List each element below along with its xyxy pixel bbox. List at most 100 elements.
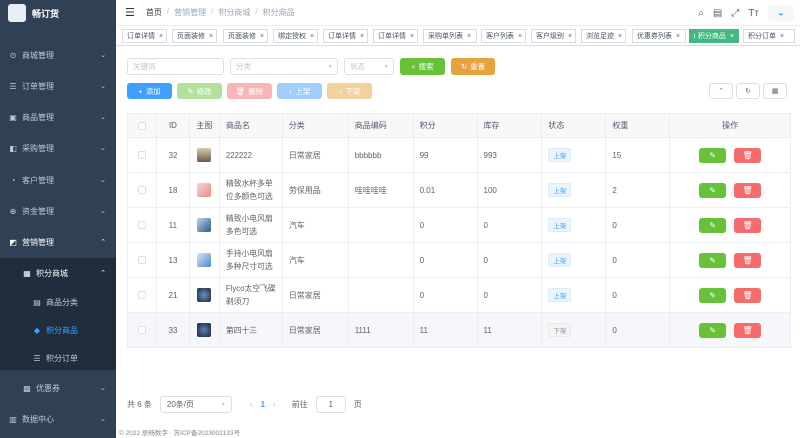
tag-item[interactable]: 采购单列表 × (423, 29, 477, 43)
row-edit-button[interactable]: ✎ (699, 252, 727, 268)
tag-item[interactable]: 积分订单 × (743, 29, 795, 43)
table-row[interactable]: 21 Flyco太空飞碟剃须刀 日常家居 0 0 上架 0 ✎ 🗑 (128, 278, 792, 313)
avatar[interactable]: ◒ (768, 5, 794, 21)
header-code: 商品编码 (349, 114, 414, 137)
select-all-checkbox[interactable] (137, 121, 146, 130)
sidebar-item-marketing[interactable]: ◩ 营销管理 ⌃ (0, 232, 116, 252)
sidebar-item-coupons[interactable]: ▩ 优惠券 ⌄ (0, 378, 116, 398)
current-page[interactable]: 1 (261, 400, 265, 409)
row-delete-button[interactable]: 🗑 (734, 147, 762, 163)
list-down-button[interactable]: ↓ 下架 (327, 83, 372, 99)
tag-item[interactable]: 客户列表 × (481, 29, 526, 43)
document-icon[interactable]: ▤ (713, 8, 722, 19)
sidebar-item-funds[interactable]: ⊕ 资金管理 ⌄ (0, 201, 116, 221)
product-thumbnail[interactable] (197, 253, 212, 267)
close-icon[interactable]: × (310, 33, 314, 40)
close-icon[interactable]: × (518, 33, 522, 40)
row-checkbox[interactable] (137, 186, 146, 194)
close-icon[interactable]: × (676, 33, 680, 40)
table-row[interactable]: 32 222222 日常家居 bbbbbb 99 993 上架 15 ✎ 🗑 (128, 138, 792, 173)
close-icon[interactable]: × (467, 33, 471, 40)
cell-id: 13 (157, 243, 190, 277)
close-icon[interactable]: × (780, 33, 784, 40)
close-icon[interactable]: × (209, 33, 213, 40)
edit-button[interactable]: ✎ 修改 (177, 83, 222, 99)
sidebar-item-points-goods[interactable]: ◆ 积分商品 (0, 320, 116, 340)
tag-item[interactable]: 浏览足迹 × (581, 29, 626, 43)
sidebar-item-points-mall[interactable]: ▦ 积分商城 ⌃ (0, 263, 116, 283)
product-thumbnail[interactable] (197, 183, 212, 197)
keyword-input[interactable]: 关键词 (127, 58, 224, 75)
row-delete-button[interactable]: 🗑 (734, 287, 762, 303)
close-icon[interactable]: × (260, 33, 264, 40)
row-edit-button[interactable]: ✎ (699, 287, 727, 303)
table-row[interactable]: 18 精致水杯多单位多颜色可选 劳保用品 哇哇哇哇 0.01 100 上架 2 … (128, 173, 792, 208)
cell-actions: ✎ 🗑 (670, 173, 792, 207)
goto-page-input[interactable]: 1 (315, 396, 346, 413)
tag-item[interactable]: 页面装修 × (223, 29, 268, 43)
list-up-button[interactable]: ↑ 上架 (277, 83, 322, 99)
table-row[interactable]: 13 手持小电风扇多种尺寸可选 汽车 0 0 上架 0 ✎ 🗑 (128, 243, 792, 278)
status-select[interactable]: 状态 ▾ (344, 58, 394, 75)
font-size-icon[interactable]: Tт (748, 8, 759, 19)
table-row[interactable]: 11 精致小电风扇多色可选 汽车 0 0 上架 0 ✎ 🗑 (128, 208, 792, 243)
refresh-button[interactable]: ↻ (736, 83, 760, 99)
next-page-icon[interactable]: › (273, 400, 276, 409)
logo[interactable]: 畅订货 (0, 0, 116, 26)
tag-item[interactable]: 订单详情 × (323, 29, 368, 43)
search-icon[interactable]: ⌕ (698, 8, 704, 19)
add-button[interactable]: + 添加 (127, 83, 172, 99)
tag-item[interactable]: 订单详情 × (122, 29, 167, 43)
row-edit-button[interactable]: ✎ (699, 322, 727, 338)
close-icon[interactable]: × (568, 33, 572, 40)
product-thumbnail[interactable] (197, 218, 212, 232)
sidebar-item-mall[interactable]: ⊙ 商城管理 ⌄ (0, 45, 116, 65)
row-checkbox[interactable] (137, 221, 146, 229)
row-checkbox[interactable] (137, 256, 146, 264)
close-icon[interactable]: × (159, 33, 163, 40)
fullscreen-icon[interactable]: ⤢ (731, 8, 739, 19)
tag-item[interactable]: 优惠券列表 × (632, 29, 686, 43)
close-icon[interactable]: × (618, 33, 622, 40)
row-delete-button[interactable]: 🗑 (734, 322, 762, 338)
product-thumbnail[interactable] (197, 323, 212, 337)
sidebar-item-customers[interactable]: ◔ 客户管理 ⌄ (0, 170, 116, 190)
product-thumbnail[interactable] (197, 288, 212, 302)
sidebar-item-data-center[interactable]: ▥ 数据中心 ⌄ (0, 409, 116, 429)
row-delete-button[interactable]: 🗑 (734, 252, 762, 268)
sidebar-item-orders[interactable]: ☰ 订单管理 ⌄ (0, 76, 116, 96)
row-delete-button[interactable]: 🗑 (734, 217, 762, 233)
reset-button[interactable]: ↻ 重置 (451, 58, 495, 75)
table-row[interactable]: 33 第四十三 日常家居 1111 11 11 下架 0 ✎ 🗑 (128, 313, 792, 348)
close-icon[interactable]: × (730, 33, 734, 40)
search-button[interactable]: ⌕ 搜索 (400, 58, 445, 75)
footer-copyright: © 2022 辰畅数字 · 苏ICP备2023002133号 (119, 430, 241, 437)
toggle-search-button[interactable]: ⌃ (709, 83, 733, 99)
row-checkbox[interactable] (137, 151, 146, 159)
close-icon[interactable]: × (360, 33, 364, 40)
prev-page-icon[interactable]: ‹ (250, 400, 253, 409)
sidebar-item-goods[interactable]: ▣ 商品管理 ⌄ (0, 107, 116, 127)
product-thumbnail[interactable] (197, 148, 212, 162)
columns-button[interactable]: ▦ (763, 83, 787, 99)
tag-item[interactable]: 订单详情 × (373, 29, 418, 43)
close-icon[interactable]: × (410, 33, 414, 40)
breadcrumb-home[interactable]: 首页 (146, 7, 162, 18)
tag-item[interactable]: 绑定授权 × (273, 29, 318, 43)
row-edit-button[interactable]: ✎ (699, 217, 727, 233)
tag-item-active[interactable]: 积分商品 × (689, 29, 739, 43)
hamburger-icon[interactable]: ☰ (125, 6, 135, 19)
tag-item[interactable]: 客户级别 × (531, 29, 576, 43)
category-select[interactable]: 分类 ▾ (230, 58, 338, 75)
row-checkbox[interactable] (137, 291, 146, 299)
tag-item[interactable]: 页面装修 × (172, 29, 217, 43)
row-delete-button[interactable]: 🗑 (734, 182, 762, 198)
page-size-select[interactable]: 20条/页 ▾ (159, 396, 232, 413)
delete-button[interactable]: 🗑 删除 (227, 83, 272, 99)
sidebar-item-goods-category[interactable]: ▤ 商品分类 (0, 292, 116, 312)
row-edit-button[interactable]: ✎ (699, 147, 727, 163)
sidebar-item-points-orders[interactable]: ☰ 积分订单 (0, 348, 116, 368)
row-checkbox[interactable] (137, 326, 146, 334)
row-edit-button[interactable]: ✎ (699, 182, 727, 198)
sidebar-item-purchase[interactable]: ◧ 采购管理 ⌄ (0, 138, 116, 158)
